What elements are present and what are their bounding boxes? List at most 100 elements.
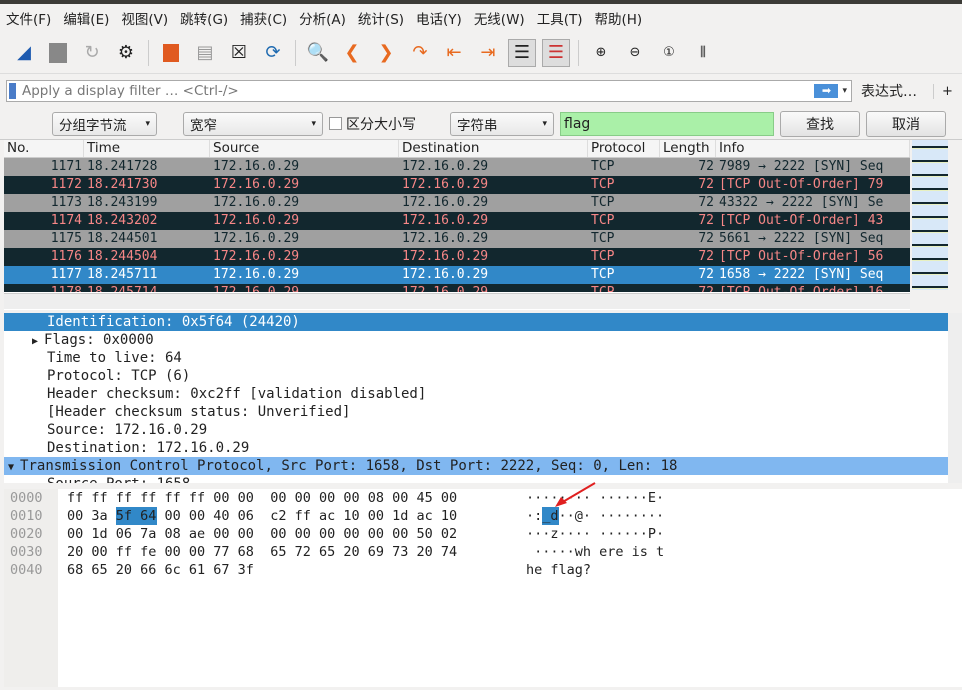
last-packet-icon[interactable]: ⇥	[474, 39, 502, 67]
menu-item[interactable]: 跳转(G)	[180, 8, 228, 28]
detail-line[interactable]: Source: 172.16.0.29	[4, 421, 948, 439]
packet-cell: 18.243202	[87, 213, 158, 228]
ascii-line: ···z···· ······P·	[526, 526, 665, 542]
byte-offset: 0030	[10, 544, 43, 560]
hex-line: 00 3a 5f 64 00 00 40 06 c2 ff ac 10 00 1…	[67, 508, 458, 524]
menu-item[interactable]: 统计(S)	[358, 8, 404, 28]
table-row[interactable]: 1175 18.244501 172.16.0.29 172.16.0.29 TCP 72…	[4, 230, 910, 248]
go-back-icon[interactable]: ❮	[338, 39, 366, 67]
packet-cell: 172.16.0.29	[402, 267, 489, 282]
detail-line[interactable]: [Header checksum status: Unverified]	[4, 403, 948, 421]
display-filter-input[interactable]: Apply a display filter … <Ctrl-/> ➡ ▾	[6, 80, 852, 102]
bookmark-icon[interactable]	[9, 83, 16, 99]
case-sensitive-label: 区分大小写	[346, 116, 416, 133]
menu-item[interactable]: 捕获(C)	[240, 8, 287, 28]
stop-capture-icon[interactable]	[44, 39, 72, 67]
packet-minimap[interactable]	[912, 140, 948, 290]
detail-text: Time to live: 64	[47, 350, 182, 366]
annotation-arrow-icon	[555, 482, 596, 507]
packet-bytes: 0000 0010 0020 0030 0040 ff ff ff ff ff ff 0…	[4, 482, 962, 687]
packet-cell: 172.16.0.29	[402, 195, 489, 210]
packet-cell: TCP	[591, 267, 615, 282]
column-header[interactable]: Destination	[399, 140, 588, 157]
packet-cell: [TCP Out-Of-Order] 16	[716, 284, 910, 292]
detail-line[interactable]: ▶ Flags: 0x0000	[4, 331, 948, 349]
menu-item[interactable]: 无线(W)	[474, 8, 525, 28]
table-row[interactable]: 1176 18.244504 172.16.0.29 172.16.0.29 TCP 72…	[4, 248, 910, 266]
restart-capture-icon[interactable]: ↻	[78, 39, 106, 67]
detail-text: Protocol: TCP (6)	[47, 368, 191, 384]
table-row[interactable]: 1174 18.243202 172.16.0.29 172.16.0.29 TCP 72…	[4, 212, 910, 230]
byte-offsets: 0000 0010 0020 0030 0040	[4, 489, 58, 687]
horizontal-scrollbar[interactable]	[4, 293, 910, 309]
add-filter-button[interactable]: +	[933, 83, 953, 99]
menu-item[interactable]: 电话(Y)	[416, 8, 462, 28]
zoom-out-icon[interactable]: ⊖	[621, 39, 649, 67]
search-input[interactable]: flag	[560, 111, 774, 136]
ascii-line: he flag?	[526, 562, 592, 578]
detail-text: Source: 172.16.0.29	[47, 422, 208, 438]
detail-text: Transmission Control Protocol, Src Port:…	[20, 458, 678, 474]
autoscroll-icon[interactable]: ☰	[508, 38, 536, 67]
detail-line[interactable]: Protocol: TCP (6)	[4, 367, 948, 385]
open-file-icon[interactable]	[157, 39, 185, 67]
filter-dropdown-icon[interactable]: ▾	[842, 86, 847, 96]
menu-item[interactable]: 视图(V)	[121, 8, 168, 28]
packet-cell: 1172	[50, 177, 82, 192]
menu-item[interactable]: 编辑(E)	[63, 8, 109, 28]
column-header[interactable]: Source	[210, 140, 399, 157]
table-row[interactable]: 1171 18.241728 172.16.0.29 172.16.0.29 TCP 72…	[4, 158, 910, 176]
menu-item[interactable]: 分析(A)	[299, 8, 346, 28]
detail-line[interactable]: Source Port: 1658	[4, 475, 948, 483]
save-file-icon[interactable]: ▤	[191, 39, 219, 67]
packet-cell: 72	[698, 231, 714, 246]
table-row[interactable]: 1173 18.243199 172.16.0.29 172.16.0.29 TCP 72…	[4, 194, 910, 212]
expand-arrow-icon[interactable]: ▶	[32, 336, 44, 347]
packet-list-header: No. Time Source Destination Protocol Length In…	[4, 140, 910, 158]
filter-placeholder: Apply a display filter … <Ctrl-/>	[22, 83, 239, 99]
details-scrollbar[interactable]	[948, 313, 962, 483]
packet-cell: [TCP Out-Of-Order] 79	[719, 177, 884, 192]
apply-filter-icon[interactable]: ➡	[814, 84, 839, 98]
table-row[interactable]: 1172 18.241730 172.16.0.29 172.16.0.29 TCP 72…	[4, 176, 910, 194]
table-row[interactable]: 117818.245714172.16.0.29172.16.0.29TCP72…	[4, 284, 910, 292]
zoom-in-icon[interactable]: ⊕	[587, 39, 615, 67]
column-header[interactable]: Info	[716, 140, 910, 157]
menu-item[interactable]: 文件(F)	[6, 8, 51, 28]
column-header[interactable]: Length	[660, 140, 716, 157]
search-type-select[interactable]: 字符串 ▾	[450, 111, 554, 136]
go-to-packet-icon[interactable]: ↷	[406, 39, 434, 67]
reload-file-icon[interactable]: ⟳	[259, 39, 287, 67]
first-packet-icon[interactable]: ⇤	[440, 39, 468, 67]
packet-cell: 72	[698, 177, 714, 192]
column-header[interactable]: No.	[4, 140, 84, 157]
packet-cell: [TCP Out-Of-Order] 43	[719, 213, 884, 228]
normal-size-icon[interactable]: ①	[655, 39, 683, 67]
menu-item[interactable]: 帮助(H)	[594, 8, 642, 28]
detail-line[interactable]: Header checksum: 0xc2ff [validation disa…	[4, 385, 948, 403]
collapse-arrow-icon[interactable]: ▼	[8, 462, 20, 473]
search-scope-select[interactable]: 分组字节流 ▾	[52, 111, 157, 136]
char-width-select[interactable]: 宽窄 ▾	[183, 111, 323, 136]
detail-line[interactable]: ▼ Transmission Control Protocol, Src Por…	[4, 457, 948, 475]
start-capture-icon[interactable]: ◢	[10, 39, 38, 67]
detail-line[interactable]: Identification: 0x5f64 (24420)	[4, 313, 948, 331]
detail-text: Source Port: 1658	[47, 476, 190, 483]
colorize-icon[interactable]: ☰	[542, 38, 570, 67]
cancel-button[interactable]: 取消	[866, 110, 946, 137]
detail-line[interactable]: Destination: 172.16.0.29	[4, 439, 948, 457]
close-file-icon[interactable]: ☒	[225, 39, 253, 67]
column-header[interactable]: Protocol	[588, 140, 660, 157]
menu-item[interactable]: 工具(T)	[537, 8, 583, 28]
resize-columns-icon[interactable]: ⫼	[689, 39, 717, 67]
column-header[interactable]: Time	[84, 140, 210, 157]
find-button[interactable]: 查找	[780, 110, 860, 137]
detail-line[interactable]: Time to live: 64	[4, 349, 948, 367]
table-row[interactable]: 1177 18.245711 172.16.0.29 172.16.0.29 TCP 72…	[4, 266, 910, 284]
go-forward-icon[interactable]: ❯	[372, 39, 400, 67]
expression-button[interactable]: 表达式…	[861, 81, 917, 101]
find-packet-icon[interactable]: 🔍	[304, 39, 332, 67]
case-sensitive-checkbox[interactable]: 区分大小写	[329, 114, 416, 134]
capture-options-icon[interactable]: ⚙	[112, 39, 140, 67]
packet-cell: 1177	[50, 267, 82, 282]
